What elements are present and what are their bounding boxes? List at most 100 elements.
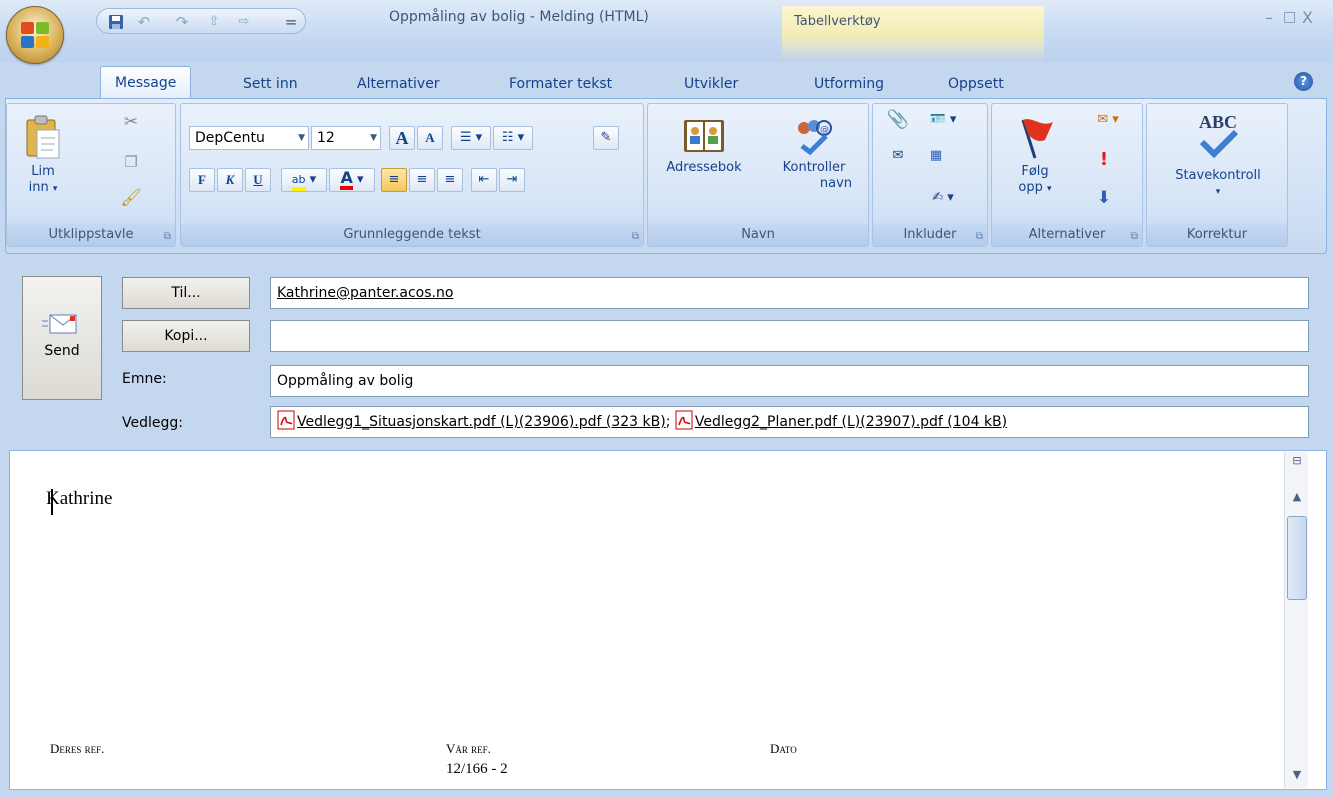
paste-button[interactable]: Lim inn ▾ — [13, 110, 73, 206]
check-names-icon: @ — [798, 120, 832, 156]
quick-access-toolbar: ↶ ↷ ⇧ ⇨ = — [96, 8, 306, 34]
signature-button[interactable]: ✍ ▾ — [923, 190, 963, 216]
attach-item-icon[interactable]: ✉ — [885, 148, 911, 174]
attachment-2-name: Vedlegg2_Planer.pdf (L)(23907).pdf (104 … — [694, 414, 1008, 430]
tab-message[interactable]: Message — [100, 66, 192, 100]
increase-indent-button[interactable]: ⇥ — [499, 168, 525, 192]
address-book-button[interactable]: Adressebok — [654, 110, 754, 210]
attachment-separator: ; — [665, 414, 671, 430]
font-color-button[interactable]: A ▾ — [329, 168, 375, 192]
cut-icon[interactable]: ✂ — [119, 114, 143, 138]
group-basic-text-label: Grunnleggende tekst — [181, 224, 643, 246]
cc-button[interactable]: Kopi... — [122, 320, 250, 352]
pdf-icon — [277, 410, 295, 430]
copy-icon[interactable]: ❐ — [119, 154, 143, 178]
minimize-button[interactable]: – — [1265, 8, 1273, 27]
scroll-down-icon[interactable]: ▼ — [1285, 768, 1309, 781]
customize-qat-button[interactable]: = — [282, 13, 300, 31]
maximize-button[interactable]: □ — [1283, 9, 1296, 25]
attach-file-icon[interactable]: 📎 — [885, 111, 911, 138]
grow-font-button[interactable]: A — [389, 126, 415, 150]
numbering-button[interactable]: ☷ ▾ — [493, 126, 533, 150]
bold-button[interactable]: F — [189, 168, 215, 192]
paste-icon — [26, 115, 60, 159]
attachment-1-name: Vedlegg1_Situasjonskart.pdf (L)(23906).p… — [297, 414, 666, 430]
decrease-indent-button[interactable]: ⇤ — [471, 168, 497, 192]
undo-icon[interactable]: ↶ — [135, 13, 153, 31]
low-importance-icon[interactable]: ⬇ — [1092, 190, 1116, 214]
scroll-thumb[interactable] — [1287, 516, 1307, 600]
include-launcher-icon[interactable]: ⧉ — [976, 231, 983, 242]
message-body[interactable] — [9, 450, 1327, 790]
up-arrow-icon[interactable]: ⇧ — [205, 13, 223, 31]
spelling-style-button[interactable]: ✎ — [593, 126, 619, 150]
group-names: Adressebok @ Kontroller navn Navn — [647, 103, 869, 247]
subject-label: Emne: — [122, 371, 167, 387]
paste-dropdown-icon: ▾ — [52, 184, 58, 194]
save-icon[interactable] — [107, 13, 125, 31]
office-logo-icon — [21, 22, 51, 50]
business-card-button[interactable]: 🪪 ▾ — [923, 112, 963, 138]
send-envelope-icon — [42, 314, 77, 334]
vertical-scrollbar[interactable]: ⊟ ▲ ▼ — [1284, 452, 1308, 788]
high-importance-icon[interactable]: ! — [1092, 151, 1116, 176]
font-dropdown-icon: ▼ — [298, 133, 305, 143]
var-ref-value: 12/166 - 2 — [446, 761, 508, 777]
subject-field[interactable]: Oppmåling av bolig — [270, 365, 1309, 397]
basic-text-launcher-icon[interactable]: ⧉ — [632, 231, 639, 242]
categorize-button[interactable]: ✉ ▾ — [1086, 112, 1130, 136]
italic-button[interactable]: K — [217, 168, 243, 192]
to-recipient[interactable]: Kathrine@panter.acos.no — [277, 285, 453, 301]
group-include: 📎 🪪 ▾ ✉ ▦ ✍ ▾ Inkluder ⧉ — [872, 103, 988, 247]
tab-sett-inn[interactable]: Sett inn — [239, 74, 302, 94]
tab-oppsett[interactable]: Oppsett — [944, 74, 1008, 94]
to-field[interactable]: Kathrine@panter.acos.no — [270, 277, 1309, 309]
group-clipboard: Lim inn ▾ ✂ ❐ 🖌 Utklippstavle ⧉ — [6, 103, 176, 247]
redo-icon[interactable]: ↷ — [173, 13, 191, 31]
tab-formater-tekst[interactable]: Formater tekst — [505, 74, 616, 94]
check-names-label-2: navn — [819, 176, 852, 191]
attachment-item[interactable]: Vedlegg2_Planer.pdf (L)(23907).pdf (104 … — [675, 410, 1008, 430]
bullets-button[interactable]: ☰ ▾ — [451, 126, 491, 150]
ruler-toggle-icon[interactable]: ⊟ — [1285, 454, 1309, 467]
spelling-dropdown-icon: ▾ — [1215, 187, 1221, 197]
spelling-button[interactable]: ABC Stavekontroll ▾ — [1153, 110, 1283, 218]
underline-button[interactable]: U — [245, 168, 271, 192]
tab-alternativer[interactable]: Alternativer — [353, 74, 444, 94]
address-book-icon — [684, 120, 724, 152]
check-names-label: Kontroller — [782, 160, 846, 175]
format-painter-icon[interactable]: 🖌 — [119, 190, 143, 214]
check-names-button[interactable]: @ Kontroller navn — [764, 110, 864, 210]
align-center-button[interactable]: ≡ — [409, 168, 435, 192]
font-name-combo[interactable]: DepCentu ▼ — [189, 126, 309, 150]
align-right-button[interactable]: ≡ — [437, 168, 463, 192]
calendar-icon[interactable]: ▦ — [923, 148, 949, 174]
tab-utforming[interactable]: Utforming — [810, 74, 888, 94]
office-button[interactable] — [6, 6, 64, 64]
clipboard-launcher-icon[interactable]: ⧉ — [164, 231, 171, 242]
paste-label-2: inn — [28, 180, 49, 195]
to-button[interactable]: Til... — [122, 277, 250, 309]
attachment-item[interactable]: Vedlegg1_Situasjonskart.pdf (L)(23906).p… — [277, 410, 666, 430]
shrink-font-button[interactable]: A — [417, 126, 443, 150]
align-left-button[interactable]: ≡ — [381, 168, 407, 192]
font-size-dropdown-icon: ▼ — [370, 133, 377, 143]
attachments-field[interactable]: Vedlegg1_Situasjonskart.pdf (L)(23906).p… — [270, 406, 1309, 438]
dato-label: Dato — [770, 741, 797, 756]
follow-up-button[interactable]: Følg opp ▾ — [998, 110, 1072, 210]
send-button[interactable]: Send — [22, 276, 102, 400]
group-options-label: Alternativer — [992, 224, 1142, 246]
scroll-up-icon[interactable]: ▲ — [1285, 490, 1309, 503]
help-button[interactable]: ? — [1294, 72, 1313, 91]
close-button[interactable]: X — [1302, 8, 1313, 27]
down-arrow-icon[interactable]: ⇨ — [235, 13, 253, 31]
spelling-abc-icon: ABC — [1198, 112, 1237, 132]
highlight-button[interactable]: ab ▾ — [281, 168, 327, 192]
cc-field[interactable] — [270, 320, 1309, 352]
tab-utvikler[interactable]: Utvikler — [680, 74, 742, 94]
window-title: Oppmåling av bolig - Melding (HTML) — [389, 9, 649, 25]
group-include-label: Inkluder — [873, 224, 987, 246]
options-launcher-icon[interactable]: ⧉ — [1131, 231, 1138, 242]
font-size-combo[interactable]: 12 ▼ — [311, 126, 381, 150]
group-clipboard-label: Utklippstavle — [7, 224, 175, 246]
